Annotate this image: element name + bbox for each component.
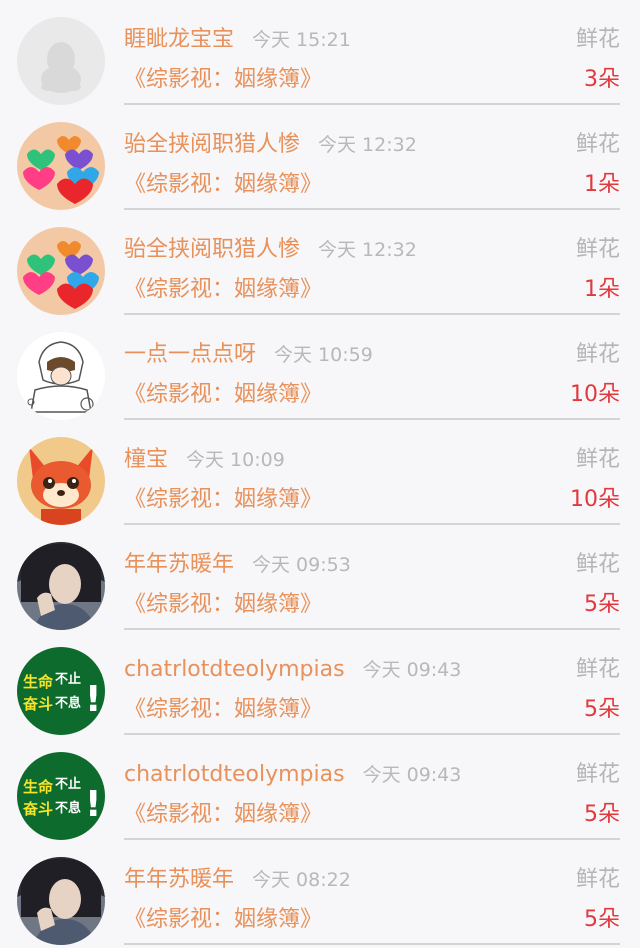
user-name[interactable]: chatrlotdteolympias 今天 09:43	[124, 654, 461, 686]
svg-text:!: !	[85, 679, 101, 720]
svg-text:!: !	[85, 784, 101, 825]
list-item[interactable]: 橦宝 今天 10:09 鲜花 《综影视：姻缘簿》 10朵	[0, 420, 640, 525]
avatar[interactable]	[17, 857, 105, 945]
svg-text:不止: 不止	[55, 671, 81, 687]
book-title-link[interactable]: 《综影视：姻缘簿》	[124, 64, 322, 96]
user-name[interactable]: 骀全挟阅职猎人惨 今天 12:32	[124, 234, 417, 266]
gift-count: 1朵	[584, 172, 620, 197]
portrait-avatar-icon	[17, 857, 105, 945]
gift-type-label: 鲜花	[575, 552, 620, 577]
book-title-link[interactable]: 《综影视：姻缘簿》	[124, 379, 322, 411]
hearts-avatar-icon	[17, 227, 105, 315]
timestamp: 今天 10:09	[186, 449, 285, 471]
gift-type-label: 鲜花	[575, 27, 620, 52]
book-title-link[interactable]: 《综影视：姻缘簿》	[124, 904, 322, 936]
gift-type-label: 鲜花	[575, 342, 620, 367]
gift-type-label: 鲜花	[575, 762, 620, 787]
book-title-link[interactable]: 《综影视：姻缘簿》	[124, 274, 322, 306]
user-name[interactable]: chatrlotdteolympias 今天 09:43	[124, 759, 461, 791]
list-item[interactable]: 骀全挟阅职猎人惨 今天 12:32 鲜花 《综影视：姻缘簿》 1朵	[0, 210, 640, 315]
svg-text:不息: 不息	[55, 800, 81, 816]
timestamp: 今天 08:22	[252, 869, 351, 891]
sketch-kid-avatar-icon	[17, 332, 105, 420]
svg-text:生命: 生命	[23, 778, 54, 796]
list-item[interactable]: 年年苏暖年 今天 09:53 鲜花 《综影视：姻缘簿》 5朵	[0, 525, 640, 630]
user-name-text[interactable]: 橦宝	[124, 447, 168, 472]
avatar[interactable]	[17, 542, 105, 630]
gift-type-label: 鲜花	[575, 867, 620, 892]
user-name-text[interactable]: chatrlotdteolympias	[124, 762, 345, 787]
list-item[interactable]: 生命 不止 奋斗 不息 ! chatrlotdteolympias 今天 09:4…	[0, 735, 640, 840]
user-name-text[interactable]: chatrlotdteolympias	[124, 657, 345, 682]
avatar[interactable]: 生命 不止 奋斗 不息 !	[17, 752, 105, 840]
gift-type-label: 鲜花	[575, 237, 620, 262]
user-name[interactable]: 橦宝 今天 10:09	[124, 444, 285, 476]
book-title-link[interactable]: 《综影视：姻缘簿》	[124, 694, 322, 726]
list-item[interactable]: 一点一点点呀 今天 10:59 鲜花 《综影视：姻缘簿》 10朵	[0, 315, 640, 420]
user-name-text[interactable]: 年年苏暖年	[124, 867, 234, 892]
user-name-text[interactable]: 骀全挟阅职猎人惨	[124, 132, 300, 157]
gift-count: 10朵	[570, 487, 620, 512]
svg-text:奋斗: 奋斗	[22, 695, 53, 713]
avatar[interactable]	[17, 332, 105, 420]
svg-text:不止: 不止	[55, 776, 81, 792]
user-name[interactable]: 睚眦龙宝宝 今天 15:21	[124, 24, 351, 56]
book-title-link[interactable]: 《综影视：姻缘簿》	[124, 169, 322, 201]
avatar[interactable]	[17, 122, 105, 210]
user-name-text[interactable]: 一点一点点呀	[124, 342, 256, 367]
svg-text:生命: 生命	[23, 673, 54, 691]
divider	[124, 943, 620, 945]
gift-record-list: 睚眦龙宝宝 今天 15:21 鲜花 《综影视：姻缘簿》 3朵 骀全挟阅职猎人惨 今天…	[0, 0, 640, 948]
hearts-avatar-icon	[17, 122, 105, 210]
timestamp: 今天 15:21	[252, 29, 351, 51]
gift-count: 10朵	[570, 382, 620, 407]
portrait-avatar-icon	[17, 542, 105, 630]
gift-count: 5朵	[584, 907, 620, 932]
red-fox-avatar-icon	[17, 437, 105, 525]
avatar[interactable]: 生命 不止 奋斗 不息 !	[17, 647, 105, 735]
gift-type-label: 鲜花	[575, 657, 620, 682]
avatar[interactable]	[17, 17, 105, 105]
default-penguin-icon	[17, 17, 105, 105]
svg-text:不息: 不息	[55, 695, 81, 711]
gift-count: 5朵	[584, 697, 620, 722]
timestamp: 今天 12:32	[318, 134, 417, 156]
timestamp: 今天 09:43	[362, 659, 462, 681]
gift-count: 5朵	[584, 802, 620, 827]
gift-type-label: 鲜花	[575, 132, 620, 157]
timestamp: 今天 10:59	[274, 344, 373, 366]
list-item[interactable]: 骀全挟阅职猎人惨 今天 12:32 鲜花 《综影视：姻缘簿》 1朵	[0, 105, 640, 210]
book-title-link[interactable]: 《综影视：姻缘簿》	[124, 799, 322, 831]
timestamp: 今天 09:53	[252, 554, 351, 576]
list-item[interactable]: 年年苏暖年 今天 08:22 鲜花 《综影视：姻缘簿》 5朵	[0, 840, 640, 945]
book-title-link[interactable]: 《综影视：姻缘簿》	[124, 589, 322, 621]
user-name-text[interactable]: 骀全挟阅职猎人惨	[124, 237, 300, 262]
avatar[interactable]	[17, 227, 105, 315]
avatar[interactable]	[17, 437, 105, 525]
user-name[interactable]: 骀全挟阅职猎人惨 今天 12:32	[124, 129, 417, 161]
user-name[interactable]: 年年苏暖年 今天 08:22	[124, 864, 351, 896]
gift-count: 3朵	[584, 67, 620, 92]
user-name[interactable]: 一点一点点呀 今天 10:59	[124, 339, 373, 371]
user-name-text[interactable]: 睚眦龙宝宝	[124, 27, 234, 52]
timestamp: 今天 09:43	[362, 764, 462, 786]
green-slogan-avatar-icon: 生命 不止 奋斗 不息 !	[17, 752, 105, 840]
book-title-link[interactable]: 《综影视：姻缘簿》	[124, 484, 322, 516]
svg-text:奋斗: 奋斗	[22, 800, 53, 818]
timestamp: 今天 12:32	[318, 239, 417, 261]
green-slogan-avatar-icon: 生命 不止 奋斗 不息 !	[17, 647, 105, 735]
user-name-text[interactable]: 年年苏暖年	[124, 552, 234, 577]
user-name[interactable]: 年年苏暖年 今天 09:53	[124, 549, 351, 581]
list-item[interactable]: 生命 不止 奋斗 不息 ! chatrlotdteolympias 今天 09:4…	[0, 630, 640, 735]
gift-count: 5朵	[584, 592, 620, 617]
gift-count: 1朵	[584, 277, 620, 302]
list-item[interactable]: 睚眦龙宝宝 今天 15:21 鲜花 《综影视：姻缘簿》 3朵	[0, 0, 640, 105]
gift-type-label: 鲜花	[575, 447, 620, 472]
